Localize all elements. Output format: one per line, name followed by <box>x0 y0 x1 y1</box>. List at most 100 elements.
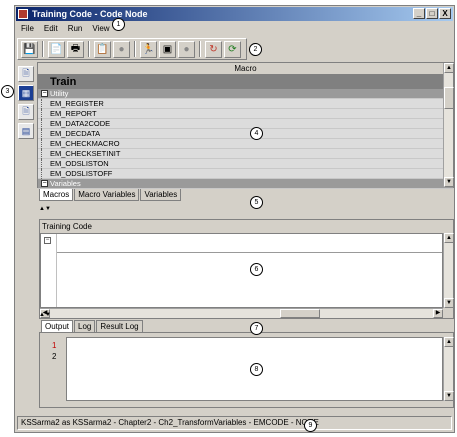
tree-line <box>41 129 48 139</box>
code-gutter: − <box>41 234 57 307</box>
output-panel: 1 2 ▲ ▼ <box>39 332 454 408</box>
macro-tabs: Macros Macro Variables Variables <box>39 189 182 201</box>
collapse-icon[interactable]: − <box>41 180 48 187</box>
results-icon[interactable]: ▣ <box>159 40 176 58</box>
tree-line <box>41 109 48 119</box>
tab-log[interactable]: Log <box>74 320 96 332</box>
callout-8: 8 <box>250 363 263 376</box>
callout-5: 5 <box>250 196 263 209</box>
refresh-icon[interactable]: ↻ <box>205 40 222 58</box>
tab-macro-variables[interactable]: Macro Variables <box>74 189 140 201</box>
macro-item-label: EM_CHECKSETINIT <box>50 149 121 158</box>
splitter-arrows[interactable]: ▲▼ <box>39 312 51 318</box>
code-editor[interactable]: − <box>40 233 443 308</box>
scroll-down-icon[interactable]: ▼ <box>444 391 454 401</box>
app-icon <box>18 9 28 19</box>
document-icon[interactable]: 🗎 <box>18 66 34 82</box>
tree-line <box>41 99 48 109</box>
callout-7: 7 <box>250 322 263 335</box>
code-editor-panel: Training Code − ▲ ▼ ◀ ▶ <box>39 219 454 319</box>
line-number: 2 <box>52 352 57 361</box>
code-panel-label: Training Code <box>42 222 92 231</box>
scroll-thumb[interactable] <box>444 87 454 109</box>
close-button[interactable]: X <box>439 8 451 19</box>
menu-edit[interactable]: Edit <box>44 22 58 36</box>
macro-item[interactable]: EM_DATA2CODE <box>38 119 453 129</box>
code-horizontal-scrollbar[interactable]: ◀ ▶ <box>40 308 443 318</box>
macro-vertical-scrollbar[interactable]: ▲ ▼ <box>443 63 454 187</box>
macro-item[interactable]: EM_CHECKSETINIT <box>38 149 453 159</box>
table-icon[interactable]: ▤ <box>18 123 34 139</box>
menu-bar: File Edit Run View <box>17 22 110 36</box>
tree-line <box>41 119 48 129</box>
tree-group-label: Utility <box>50 89 69 98</box>
macro-item[interactable]: EM_REGISTER <box>38 99 453 109</box>
run-icon[interactable]: 🏃 <box>140 40 157 58</box>
stop-icon[interactable]: ● <box>113 40 130 58</box>
code-line <box>57 252 442 253</box>
title-bar[interactable]: Training Code - Code Node _ □ X <box>16 7 453 21</box>
scroll-down-icon[interactable]: ▼ <box>444 298 454 308</box>
callout-4: 4 <box>250 127 263 140</box>
maximize-button[interactable]: □ <box>426 8 438 19</box>
cycle-icon[interactable]: ⟳ <box>224 40 241 58</box>
output-tabs: Output Log Result Log <box>41 320 144 332</box>
macro-item-label: EM_REPORT <box>50 109 97 118</box>
tree-line <box>41 159 48 169</box>
tree-group-utility[interactable]: − Utility <box>38 89 453 99</box>
macro-item-label: EM_DATA2CODE <box>50 119 111 128</box>
tree-group-label: Variables <box>50 179 81 188</box>
collapse-icon[interactable]: − <box>41 90 48 97</box>
output-vertical-scrollbar[interactable]: ▲ ▼ <box>443 337 454 401</box>
menu-file[interactable]: File <box>21 22 34 36</box>
open-icon[interactable]: 📄 <box>48 40 65 58</box>
callout-9: 9 <box>304 419 317 432</box>
scroll-thumb[interactable] <box>280 309 320 318</box>
macro-column-header[interactable]: Macro <box>38 63 453 75</box>
tree-group-variables[interactable]: − Variables <box>38 179 453 189</box>
tree-line <box>41 169 48 179</box>
print-icon[interactable]: 🖶 <box>67 40 84 58</box>
tab-result-log[interactable]: Result Log <box>96 320 143 332</box>
report-icon[interactable]: 🗎 <box>18 104 34 120</box>
toolbar-separator <box>199 41 201 57</box>
scroll-up-icon[interactable]: ▲ <box>444 63 454 73</box>
toolbar-separator <box>88 41 90 57</box>
callout-6: 6 <box>250 263 263 276</box>
toolbar: 💾 📄 🖶 📋 ● 🏃 ▣ ● ↻ ⟳ <box>17 38 247 60</box>
chart-icon[interactable]: ▦ <box>18 85 34 101</box>
report-icon[interactable]: 📋 <box>94 40 111 58</box>
status-bar: KSSarma2 as KSSarma2 - Chapter2 - Ch2_Tr… <box>17 416 452 430</box>
fold-icon[interactable]: − <box>44 237 51 244</box>
tab-output[interactable]: Output <box>41 320 74 332</box>
save-icon[interactable]: 💾 <box>21 40 38 58</box>
window-title: Training Code - Code Node <box>32 9 148 19</box>
callout-2: 2 <box>249 43 262 56</box>
macro-panel: Macro Train − Utility EM_REGISTER EM_REPO… <box>37 62 454 189</box>
macro-item[interactable]: EM_REPORT <box>38 109 453 119</box>
line-number: 1 <box>52 341 57 350</box>
macro-item[interactable]: EM_CHECKMACRO <box>38 139 453 149</box>
macro-item-label: EM_DECDATA <box>50 129 101 138</box>
tab-macros[interactable]: Macros <box>39 189 74 201</box>
macro-item[interactable]: EM_ODSLISTOFF <box>38 169 453 179</box>
macro-item[interactable]: EM_DECDATA <box>38 129 453 139</box>
scroll-down-icon[interactable]: ▼ <box>444 177 454 187</box>
menu-run[interactable]: Run <box>68 22 83 36</box>
scroll-up-icon[interactable]: ▲ <box>444 337 454 347</box>
macro-item-label: EM_CHECKMACRO <box>50 139 120 148</box>
tab-variables[interactable]: Variables <box>140 189 182 201</box>
splitter-arrows[interactable]: ▲▼ <box>39 206 51 212</box>
code-node-window: Training Code - Code Node _ □ X File Edi… <box>14 5 455 433</box>
macro-item-label: EM_ODSLISTON <box>50 159 109 168</box>
disabled-icon[interactable]: ● <box>178 40 195 58</box>
minimize-button[interactable]: _ <box>413 8 425 19</box>
scroll-right-icon[interactable]: ▶ <box>433 309 443 318</box>
scroll-up-icon[interactable]: ▲ <box>444 233 454 243</box>
tree-line <box>41 139 48 149</box>
callout-3: 3 <box>1 85 14 98</box>
menu-view[interactable]: View <box>92 22 109 36</box>
toolbar-separator <box>42 41 44 57</box>
macro-item[interactable]: EM_ODSLISTON <box>38 159 453 169</box>
code-vertical-scrollbar[interactable]: ▲ ▼ <box>443 233 454 308</box>
